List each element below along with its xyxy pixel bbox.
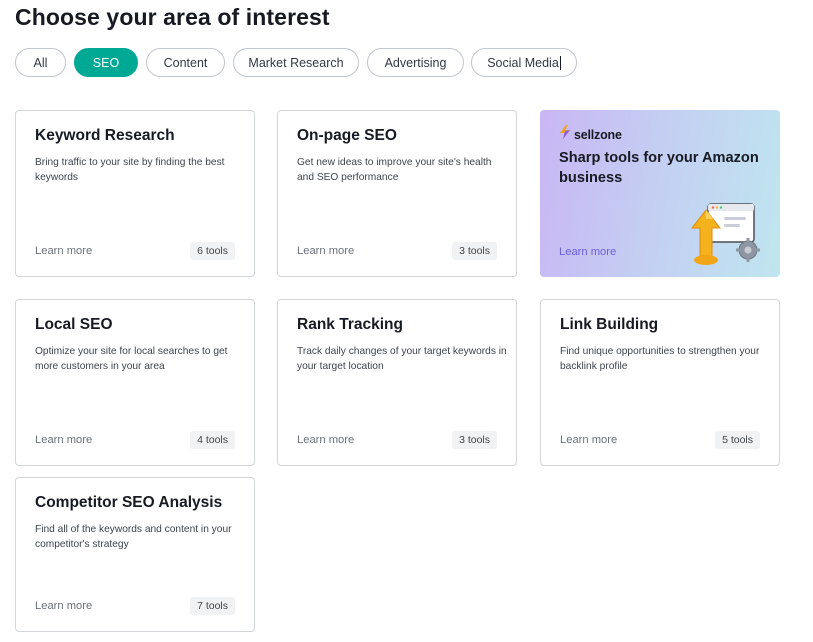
card-on-page-seo[interactable]: On-page SEO Get new ideas to improve you… (277, 110, 517, 277)
learn-more-link[interactable]: Learn more (297, 245, 354, 257)
sellzone-brand-text: sellzone (574, 127, 622, 142)
upload-browser-gear-icon (688, 200, 766, 275)
learn-more-link[interactable]: Learn more (35, 434, 92, 446)
filter-content[interactable]: Content (146, 48, 225, 77)
filter-seo[interactable]: SEO (74, 48, 138, 77)
filter-all[interactable]: All (15, 48, 66, 77)
card-title: Local SEO (35, 316, 113, 333)
learn-more-link[interactable]: Learn more (35, 245, 92, 257)
card-description: Optimize your site for local searches to… (35, 346, 228, 372)
filter-label: Social Media (487, 55, 559, 70)
tools-count-badge: 3 tools (452, 431, 497, 449)
filter-social-media[interactable]: Social Media (471, 48, 577, 77)
card-keyword-research[interactable]: Keyword Research Bring traffic to your s… (15, 110, 255, 277)
card-description: Find all of the keywords and content in … (35, 524, 232, 550)
card-competitor-seo-analysis[interactable]: Competitor SEO Analysis Find all of the … (15, 477, 255, 632)
card-title: Rank Tracking (297, 316, 403, 333)
card-title: Keyword Research (35, 127, 175, 144)
filter-label: SEO (92, 55, 120, 70)
promo-title: Sharp tools for your Amazon business (559, 150, 759, 186)
filter-label: Content (163, 55, 208, 70)
filter-label: Advertising (384, 55, 447, 70)
sellzone-bolt-icon (559, 125, 571, 144)
learn-more-link[interactable]: Learn more (560, 434, 617, 446)
card-description: Track daily changes of your target keywo… (297, 346, 507, 372)
promo-learn-more-link[interactable]: Learn more (559, 246, 616, 258)
filter-label: All (33, 55, 48, 70)
card-local-seo[interactable]: Local SEO Optimize your site for local s… (15, 299, 255, 466)
learn-more-link[interactable]: Learn more (35, 600, 92, 612)
card-link-building[interactable]: Link Building Find unique opportunities … (540, 299, 780, 466)
sellzone-promo-card[interactable]: sellzone Sharp tools for your Amazon bus… (540, 110, 780, 277)
sellzone-logo: sellzone (559, 125, 622, 144)
filter-advertising[interactable]: Advertising (367, 48, 464, 77)
card-title: On-page SEO (297, 127, 397, 144)
filter-market-research[interactable]: Market Research (233, 48, 359, 77)
tools-count-badge: 4 tools (190, 431, 235, 449)
tools-count-badge: 3 tools (452, 242, 497, 260)
card-description: Get new ideas to improve your site's hea… (297, 157, 492, 183)
card-title: Link Building (560, 316, 659, 333)
text-cursor (559, 55, 561, 70)
tools-count-badge: 7 tools (190, 597, 235, 615)
tools-count-badge: 5 tools (715, 431, 760, 449)
card-rank-tracking[interactable]: Rank Tracking Track daily changes of you… (277, 299, 517, 466)
learn-more-link[interactable]: Learn more (297, 434, 354, 446)
page-title: Choose your area of interest (15, 4, 330, 30)
card-title: Competitor SEO Analysis (35, 494, 223, 511)
filter-label: Market Research (248, 55, 344, 70)
card-description: Find unique opportunities to strengthen … (560, 346, 760, 372)
tools-count-badge: 6 tools (190, 242, 235, 260)
card-description: Bring traffic to your site by finding th… (35, 157, 225, 183)
